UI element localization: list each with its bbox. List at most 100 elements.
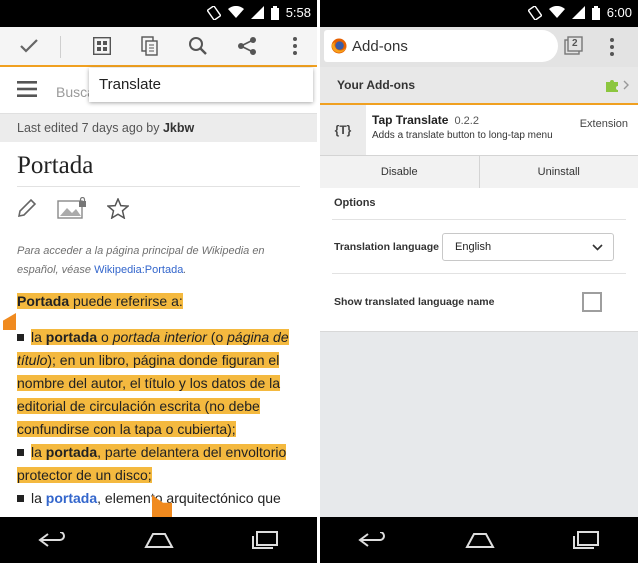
search-button[interactable] [183, 27, 213, 65]
addon-name: Tap Translate [372, 113, 449, 127]
options-title: Options [334, 197, 376, 209]
options-divider [332, 273, 626, 274]
intro-paragraph: Portada puede referirse a: [17, 290, 307, 313]
chevron-down-icon [592, 244, 603, 251]
hatnote-suffix: . [183, 264, 187, 276]
search-icon [189, 37, 207, 55]
translation-language-select[interactable]: English [442, 233, 614, 261]
status-time: 6:00 [606, 5, 632, 20]
home-icon[interactable] [144, 532, 175, 548]
more-vert-icon[interactable] [610, 38, 614, 56]
last-edited-text: Last edited 7 days ago by [17, 121, 163, 135]
rotate-icon [206, 5, 221, 20]
chevron-right-icon [623, 80, 629, 90]
url-bar[interactable]: Add-ons [324, 30, 558, 62]
hatnote-link[interactable]: Wikipedia:Portada [94, 264, 183, 276]
item1-text-3: (o [206, 329, 228, 345]
empty-area [320, 331, 638, 517]
action-toolbar [0, 27, 317, 67]
more-button[interactable] [280, 27, 310, 65]
battery-icon [270, 5, 279, 20]
item2-bold: portada [45, 444, 98, 460]
addon-type: Extension [579, 118, 628, 130]
pencil-icon[interactable] [17, 198, 37, 218]
addon-version: 0.2.2 [454, 115, 479, 127]
list-item: la portada, parte delantera del envoltor… [17, 441, 307, 487]
hatnote: Para acceder a la página principal de Wi… [17, 242, 302, 280]
item1-text-4: ); en un libro, página donde figuran el … [17, 352, 281, 437]
firefox-logo-icon [331, 38, 347, 54]
last-edited-user: Jkbw [162, 121, 195, 135]
toolbar-divider [60, 36, 61, 58]
show-language-name-checkbox[interactable] [582, 292, 602, 312]
puzzle-icon [606, 80, 618, 92]
back-icon[interactable] [358, 532, 388, 548]
signal-icon [250, 6, 264, 19]
last-edited-bar[interactable]: Last edited 7 days ago by Jkbw [0, 113, 317, 142]
star-icon[interactable] [107, 197, 129, 219]
status-bar: 5:58 [0, 0, 317, 27]
recents-icon[interactable] [251, 531, 279, 549]
translate-toolbar-button[interactable] [87, 27, 117, 65]
addon-row[interactable]: {T} Tap Translate 0.2.2 Adds a translate … [320, 105, 638, 155]
article-body: Portada puede referirse a: la portada o … [17, 290, 307, 510]
item3-text: la [31, 490, 46, 506]
battery-icon [591, 5, 600, 20]
page-actions [17, 197, 129, 219]
navigation-bar [320, 517, 638, 563]
addon-name-line: Tap Translate 0.2.2 [372, 113, 479, 127]
copy-button[interactable] [135, 27, 165, 65]
section-title: Your Add-ons [337, 78, 415, 92]
intro-rest: puede referirse a: [69, 293, 183, 309]
share-button[interactable] [232, 27, 262, 65]
home-icon[interactable] [465, 532, 495, 548]
check-icon [20, 39, 38, 53]
left-screen: 5:58 Busca Translate Last edited 7 days … [0, 0, 317, 563]
apps-grid-icon [93, 37, 111, 55]
bullet [17, 449, 24, 456]
item1-text-2: o [97, 329, 113, 345]
copy-icon [141, 36, 158, 56]
item1-italic: portada interior [112, 329, 207, 345]
back-icon[interactable] [38, 532, 68, 548]
disable-button[interactable]: Disable [320, 156, 479, 188]
list-item: la portada o portada interior (o página … [17, 326, 307, 441]
tabs-button[interactable]: 2 [564, 36, 584, 56]
check-button[interactable] [14, 27, 44, 65]
addon-icon: {T} [320, 105, 366, 155]
rotate-icon [527, 5, 542, 20]
recents-icon[interactable] [572, 531, 600, 549]
share-icon [238, 37, 256, 55]
uninstall-button[interactable]: Uninstall [478, 156, 639, 188]
bullet [17, 334, 24, 341]
show-language-name-label: Show translated language name [334, 296, 495, 308]
navigation-bar [0, 517, 317, 563]
translate-menu-item[interactable]: Translate [89, 68, 313, 102]
selection-start-handle[interactable] [3, 313, 16, 330]
title-divider [17, 186, 300, 187]
selected-language: English [455, 241, 492, 253]
page-title: Portada [17, 152, 94, 179]
wifi-icon [548, 6, 565, 18]
intro-bold: Portada [17, 293, 70, 309]
addon-description: Adds a translate button to long-tap menu [372, 130, 553, 141]
more-vert-icon [293, 37, 297, 55]
status-bar: 6:00 [320, 0, 638, 27]
wifi-icon [227, 6, 244, 18]
options-panel: Options Translation language English Sho… [320, 188, 638, 331]
addons-section-header: Your Add-ons [320, 67, 638, 105]
addon-buttons: Disable Uninstall [320, 155, 638, 189]
signal-icon [571, 6, 585, 19]
status-time: 5:58 [285, 5, 311, 20]
item1-text: la [31, 329, 46, 345]
bullet [17, 495, 24, 502]
right-screen: 6:00 Add-ons 2 Your Add-ons {T} Tap Tran… [320, 0, 638, 563]
item3-link[interactable]: portada [46, 490, 97, 506]
browser-toolbar: Add-ons 2 [320, 27, 638, 67]
item3-text-2: , elemento arquitectónico que [97, 490, 281, 506]
tabs-count: 2 [572, 38, 578, 49]
item2-text: la [31, 444, 46, 460]
image-lock-icon[interactable] [57, 197, 87, 219]
hamburger-menu-icon[interactable] [17, 81, 37, 97]
item1-bold: portada [45, 329, 98, 345]
